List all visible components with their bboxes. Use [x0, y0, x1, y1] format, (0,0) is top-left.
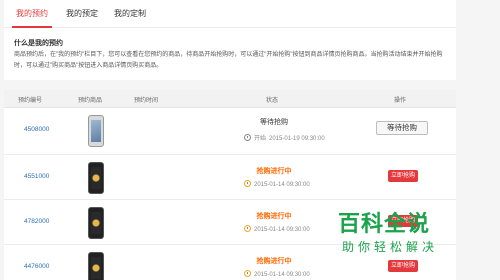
reservation-panel: 我的预约 我的预定 我的定制 什么是我的预约 商品预约后，在"我的预约"栏目下，… — [4, 0, 456, 80]
buy-now-button[interactable]: 立即抢购 — [388, 170, 418, 182]
watermark: 百科全说 助你轻松解决 — [336, 204, 500, 280]
order-number-link[interactable]: 4508000 — [24, 126, 49, 133]
phone-product-image[interactable] — [88, 162, 104, 194]
info-text: 商品预约后，在"我的预约"栏目下，您可以查看在您预约的商品，待商品开始抢购时，可… — [14, 52, 443, 69]
start-time: 2015-01-14 09:30:00 — [244, 180, 310, 188]
header-time: 预约时间 — [134, 98, 159, 104]
watermark-logo: 百科全说 — [338, 211, 431, 236]
table-header: 预约编号 预约商品 预约时间 状态 操作 — [4, 90, 456, 108]
clock-icon — [244, 270, 251, 277]
order-number-link[interactable]: 4551000 — [24, 173, 49, 180]
watermark-subtitle: 助你轻松解决 — [342, 240, 439, 254]
order-number-link[interactable]: 4782000 — [24, 218, 49, 225]
start-time: 2015-01-14 09:30:00 — [244, 225, 310, 233]
header-status: 状态 — [266, 98, 279, 104]
start-time: 2015-01-14 09:30:00 — [244, 270, 310, 278]
phone-product-image[interactable] — [88, 252, 104, 280]
order-number-link[interactable]: 4476000 — [24, 263, 49, 270]
clock-icon — [244, 180, 251, 187]
table-row: 4508000 等待抢购 开始 2015-01-19 09:30:00 等待抢购 — [4, 109, 456, 155]
header-product: 预约商品 — [78, 98, 103, 104]
header-order-no: 预约编号 — [18, 98, 43, 104]
start-time: 开始 2015-01-19 09:30:00 — [244, 133, 325, 142]
clock-icon — [244, 134, 251, 141]
clock-icon — [244, 225, 251, 232]
tab-my-preorders[interactable]: 我的预定 — [62, 6, 102, 28]
tab-bar: 我的预约 我的预定 我的定制 — [4, 0, 456, 28]
tab-my-customizations[interactable]: 我的定制 — [110, 6, 150, 28]
wait-purchase-button[interactable]: 等待抢购 — [376, 121, 428, 135]
phone-product-image[interactable] — [88, 115, 104, 147]
table-row: 4551000 抢购进行中 2015-01-14 09:30:00 立即抢购 — [4, 156, 456, 200]
header-action: 操作 — [394, 98, 407, 104]
status-text: 等待抢购 — [260, 119, 288, 126]
phone-product-image[interactable] — [88, 207, 104, 239]
status-text: 抢购进行中 — [256, 168, 292, 175]
info-title: 什么是我的预约 — [14, 40, 63, 47]
tab-my-reservations[interactable]: 我的预约 — [12, 6, 52, 28]
